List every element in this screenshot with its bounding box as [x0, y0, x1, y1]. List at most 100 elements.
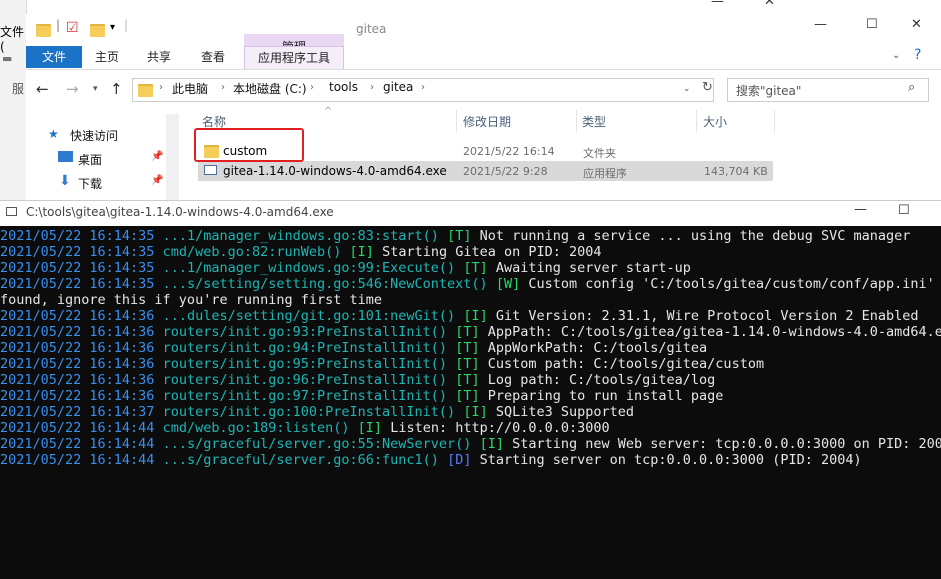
console-output[interactable]: 2021/05/22 16:14:35 ...1/manager_windows… [0, 226, 941, 579]
quick-access-folder-icon[interactable] [36, 24, 51, 37]
bg-minimize-icon[interactable]: — [711, 0, 724, 9]
recent-locations-icon[interactable]: ▾ [93, 84, 98, 94]
nav-downloads[interactable]: 下载 [78, 175, 102, 192]
console-line: 2021/05/22 16:14:36 routers/init.go:94:P… [0, 340, 707, 356]
log-level: [I] [463, 404, 488, 420]
maximize-icon[interactable]: ☐ [866, 17, 878, 32]
log-timestamp: 2021/05/22 16:14:44 [0, 452, 155, 468]
log-timestamp: 2021/05/22 16:14:35 [0, 260, 155, 276]
file-size: 143,704 KB [704, 165, 768, 178]
log-level: [D] [447, 452, 472, 468]
background-side-item: 服 [12, 82, 25, 96]
console-line: 2021/05/22 16:14:36 routers/init.go:97:P… [0, 388, 723, 404]
expand-ribbon-icon[interactable]: ⌄ [892, 50, 900, 61]
console-minimize-icon[interactable]: — [854, 202, 867, 217]
console-line: 2021/05/22 16:14:35 ...1/manager_windows… [0, 228, 910, 244]
customize-toolbar-icon[interactable]: ▾ [110, 22, 115, 33]
breadcrumb-separator-icon: › [370, 82, 374, 93]
background-window-titlebar: 服务 — ✕ [0, 0, 941, 14]
console-line: 2021/05/22 16:14:36 ...dules/setting/git… [0, 308, 919, 324]
log-message: Starting new Web server: tcp:0.0.0.0:300… [512, 436, 941, 452]
log-source: routers/init.go:96:PreInstallInit() [162, 372, 448, 388]
tab-file[interactable]: 文件 [26, 46, 82, 68]
breadcrumb-tools[interactable]: tools [329, 80, 358, 94]
console-maximize-icon[interactable]: ☐ [898, 203, 910, 218]
background-menu-file[interactable]: 文件( [0, 23, 26, 54]
file-type: 应用程序 [583, 167, 627, 180]
refresh-icon[interactable]: ↻ [702, 80, 713, 95]
console-app-icon [6, 207, 17, 216]
back-icon[interactable]: ← [36, 80, 49, 98]
column-divider [696, 110, 697, 132]
breadcrumb-gitea[interactable]: gitea [383, 80, 413, 94]
search-box[interactable]: 搜索"gitea" ⌕ [727, 78, 929, 102]
console-line: 2021/05/22 16:14:44 ...s/graceful/server… [0, 452, 862, 468]
console-line: 2021/05/22 16:14:44 ...s/graceful/server… [0, 436, 941, 452]
log-level: [I] [357, 420, 383, 436]
column-divider [774, 110, 775, 132]
nav-desktop[interactable]: 桌面 [78, 151, 102, 168]
pin-icon[interactable]: 📌 [151, 175, 163, 186]
file-modified: 2021/5/22 9:28 [463, 165, 548, 178]
log-source: ...s/setting/setting.go:546:NewContext() [162, 276, 488, 292]
tab-application-tools[interactable]: 应用程序工具 [244, 46, 344, 69]
tab-home[interactable]: 主页 [86, 46, 128, 68]
log-source: routers/init.go:93:PreInstallInit() [162, 324, 448, 340]
forward-icon[interactable]: → [66, 80, 79, 98]
log-level: [T] [455, 356, 480, 372]
log-source: cmd/web.go:82:runWeb() [162, 244, 342, 260]
close-icon[interactable]: ✕ [911, 17, 922, 32]
properties-icon[interactable]: ☑ [66, 20, 79, 36]
breadcrumb-local-disk[interactable]: 本地磁盘 (C:) [233, 80, 307, 97]
sort-indicator-icon: ^ [324, 106, 333, 117]
star-icon: ★ [48, 127, 59, 141]
file-row-exe[interactable]: gitea-1.14.0-windows-4.0-amd64.exe 2021/… [198, 161, 773, 181]
nav-quick-access[interactable]: 快速访问 [70, 127, 118, 144]
log-level: [T] [463, 260, 488, 276]
breadcrumb-separator-icon: › [421, 82, 425, 93]
console-line: found, ignore this if you're running fir… [0, 292, 382, 308]
address-folder-icon [138, 84, 153, 97]
toolbar-separator-2: | [124, 18, 129, 32]
log-message: AppPath: C:/tools/gitea/gitea-1.14.0-win… [487, 324, 941, 340]
tab-view[interactable]: 查看 [192, 46, 234, 68]
log-message: Log path: C:/tools/gitea/log [487, 372, 716, 388]
bg-close-icon[interactable]: ✕ [764, 0, 775, 9]
background-toolbar-icon: ▬ [2, 52, 13, 65]
log-timestamp: 2021/05/22 16:14:36 [0, 372, 155, 388]
exe-icon [204, 165, 217, 175]
nav-pane-scrollbar[interactable] [166, 114, 179, 200]
breadcrumb-this-pc[interactable]: 此电脑 [172, 80, 208, 97]
log-timestamp: 2021/05/22 16:14:36 [0, 308, 155, 324]
log-timestamp: 2021/05/22 16:14:36 [0, 340, 155, 356]
address-dropdown-icon[interactable]: ⌄ [683, 84, 691, 94]
column-header-size[interactable]: 大小 [703, 113, 727, 130]
pin-icon[interactable]: 📌 [151, 151, 163, 162]
column-header-type[interactable]: 类型 [582, 113, 606, 130]
log-message: Starting Gitea on PID: 2004 [382, 244, 602, 260]
tab-share[interactable]: 共享 [138, 46, 180, 68]
breadcrumb-separator-icon: › [310, 82, 314, 93]
desktop-icon [58, 151, 73, 162]
new-folder-icon[interactable] [90, 24, 105, 37]
log-level: [T] [455, 340, 480, 356]
file-list-scrollbar[interactable] [924, 78, 937, 198]
log-source: ...1/manager_windows.go:99:Execute() [162, 260, 456, 276]
search-icon: ⌕ [908, 80, 916, 95]
console-line: 2021/05/22 16:14:36 routers/init.go:96:P… [0, 372, 715, 388]
log-source: routers/init.go:100:PreInstallInit() [162, 404, 456, 420]
console-line: 2021/05/22 16:14:35 cmd/web.go:82:runWeb… [0, 244, 602, 260]
log-level: [I] [479, 436, 504, 452]
column-divider [576, 110, 577, 132]
log-level: [T] [455, 324, 480, 340]
log-message: Custom path: C:/tools/gitea/custom [487, 356, 765, 372]
column-header-modified[interactable]: 修改日期 [463, 113, 511, 130]
log-message: Awaiting server start-up [495, 260, 691, 276]
up-icon[interactable]: ↑ [110, 80, 123, 98]
log-source: ...s/graceful/server.go:55:NewServer() [162, 436, 472, 452]
log-level: [I] [463, 308, 488, 324]
log-timestamp: 2021/05/22 16:14:35 [0, 244, 155, 260]
help-icon[interactable]: ? [914, 47, 921, 63]
log-source: ...s/graceful/server.go:66:func1() [162, 452, 439, 468]
minimize-icon[interactable]: — [814, 17, 827, 32]
